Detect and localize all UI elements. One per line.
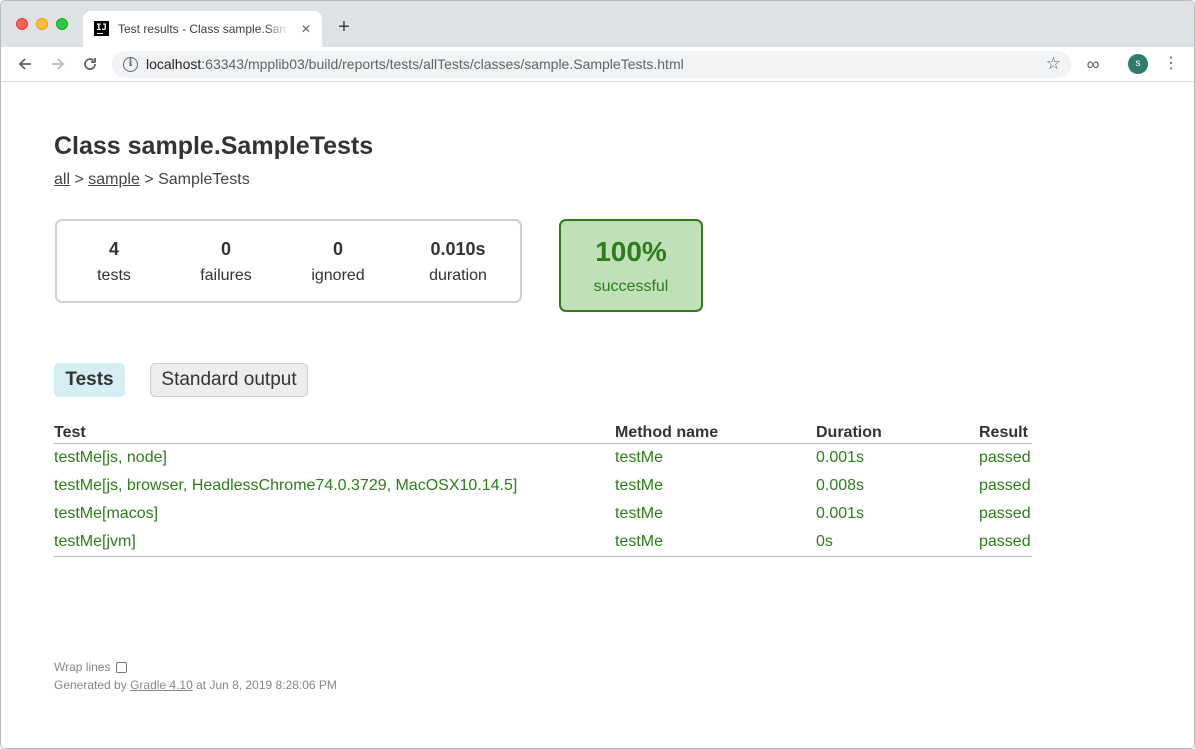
- table-header-row: Test Method name Duration Result: [54, 422, 1032, 444]
- tests-table: Test Method name Duration Result testMe[…: [54, 422, 1032, 557]
- star-icon[interactable]: ☆: [1046, 54, 1061, 74]
- duration-counter: 0.010s duration: [417, 238, 499, 286]
- breadcrumb-current: SampleTests: [158, 171, 250, 188]
- duration-cell: 0.001s: [816, 449, 865, 466]
- success-rate-box: 100% successful: [559, 219, 703, 312]
- result-cell: passed: [979, 449, 1031, 466]
- table-row: testMe[js, browser, HeadlessChrome74.0.3…: [54, 472, 1032, 500]
- method-name-cell: testMe: [615, 477, 664, 494]
- method-name-cell: testMe: [615, 528, 816, 557]
- breadcrumb-all-link[interactable]: all: [54, 171, 70, 188]
- breadcrumb-sample-link[interactable]: sample: [88, 171, 140, 188]
- browser-window: IJ Test results - Class sample.SampleTes…: [0, 0, 1195, 749]
- generated-by-text: Generated by: [54, 678, 127, 692]
- infinity-extension-icon[interactable]: ∞: [1083, 55, 1103, 75]
- tab-standard-output[interactable]: Standard output: [150, 363, 308, 397]
- duration-cell: 0.001s: [816, 505, 865, 522]
- summary-box: 4 tests 0 failures 0 ignored 0.010s dura…: [55, 219, 522, 303]
- test-name-cell: testMe[jvm]: [54, 528, 615, 557]
- arrow-right-icon[interactable]: [47, 53, 69, 75]
- duration-cell: 0.008s: [816, 477, 865, 494]
- minimize-window-button[interactable]: [36, 18, 48, 30]
- test-name-cell: testMe[js, node]: [54, 449, 167, 466]
- failures-count: 0: [220, 239, 231, 259]
- footer: Wrap lines Generated by Gradle 4.10 at J…: [54, 658, 337, 694]
- reload-icon[interactable]: [79, 53, 101, 75]
- arrow-left-icon[interactable]: [14, 53, 36, 75]
- gradle-link[interactable]: Gradle 4.10: [130, 678, 193, 692]
- tests-count: 4: [108, 239, 119, 259]
- table-row: testMe[jvm] testMe 0s passed: [54, 528, 1032, 557]
- kebab-menu-icon[interactable]: ⋮: [1161, 53, 1181, 75]
- breadcrumb-separator: >: [144, 171, 154, 188]
- duration-cell: 0s: [816, 528, 979, 557]
- breadcrumb: all > sample > SampleTests: [54, 170, 250, 190]
- generated-by-line: Generated by Gradle 4.10 at Jun 8, 2019 …: [54, 676, 337, 694]
- browser-tab-active[interactable]: IJ Test results - Class sample.SampleTes…: [83, 11, 322, 47]
- failures-counter: 0 failures: [191, 238, 261, 286]
- tab-title: Test results - Class sample.SampleTests: [118, 21, 288, 37]
- wrap-lines-label: Wrap lines: [54, 660, 111, 674]
- result-cell: passed: [979, 528, 1032, 557]
- url-host: localhost: [146, 56, 202, 72]
- tests-label: tests: [97, 267, 131, 284]
- tab-strip: IJ Test results - Class sample.SampleTes…: [1, 1, 1194, 47]
- tab-close-icon[interactable]: ✕: [298, 21, 314, 37]
- ignored-counter: 0 ignored: [303, 238, 373, 286]
- column-header-result: Result: [979, 422, 1032, 444]
- ignored-label: ignored: [311, 267, 365, 284]
- browser-toolbar: i localhost:63343/mpplib03/build/reports…: [1, 47, 1194, 82]
- column-header-duration: Duration: [816, 422, 979, 444]
- column-header-method: Method name: [615, 422, 816, 444]
- url-text[interactable]: localhost:63343/mpplib03/build/reports/t…: [146, 56, 684, 73]
- method-name-cell: testMe: [615, 449, 664, 466]
- method-name-cell: testMe: [615, 505, 664, 522]
- generated-at-text: at Jun 8, 2019 8:28:06 PM: [196, 678, 337, 692]
- address-bar[interactable]: i localhost:63343/mpplib03/build/reports…: [112, 51, 1071, 78]
- info-icon[interactable]: i: [123, 57, 138, 72]
- tests-counter: 4 tests: [84, 238, 144, 286]
- table-row: testMe[macos] testMe 0.001s passed: [54, 500, 1032, 528]
- close-window-button[interactable]: [16, 18, 28, 30]
- failures-label: failures: [200, 267, 252, 284]
- success-percent: 100%: [595, 236, 667, 267]
- result-cell: passed: [979, 505, 1031, 522]
- table-row: testMe[js, node] testMe 0.001s passed: [54, 444, 1032, 473]
- wrap-lines-checkbox[interactable]: [116, 662, 128, 673]
- duration-value: 0.010s: [430, 239, 486, 259]
- column-header-test: Test: [54, 422, 615, 444]
- success-label: successful: [593, 278, 669, 295]
- result-cell: passed: [979, 477, 1031, 494]
- ignored-count: 0: [332, 239, 343, 259]
- page-title: Class sample.SampleTests: [54, 132, 374, 160]
- test-name-cell: testMe[macos]: [54, 505, 159, 522]
- tab-tests[interactable]: Tests: [54, 363, 125, 397]
- wrap-lines-row: Wrap lines: [54, 658, 337, 676]
- intellij-favicon-icon: IJ: [94, 21, 109, 36]
- zoom-window-button[interactable]: [56, 18, 68, 30]
- url-path: :63343/mpplib03/build/reports/tests/allT…: [201, 56, 684, 72]
- profile-avatar[interactable]: s: [1128, 54, 1148, 74]
- report-page: Class sample.SampleTests all > sample > …: [1, 83, 1194, 748]
- test-name-cell: testMe[js, browser, HeadlessChrome74.0.3…: [54, 477, 518, 494]
- breadcrumb-separator: >: [74, 171, 84, 188]
- new-tab-button[interactable]: +: [334, 17, 354, 37]
- duration-label: duration: [429, 267, 487, 284]
